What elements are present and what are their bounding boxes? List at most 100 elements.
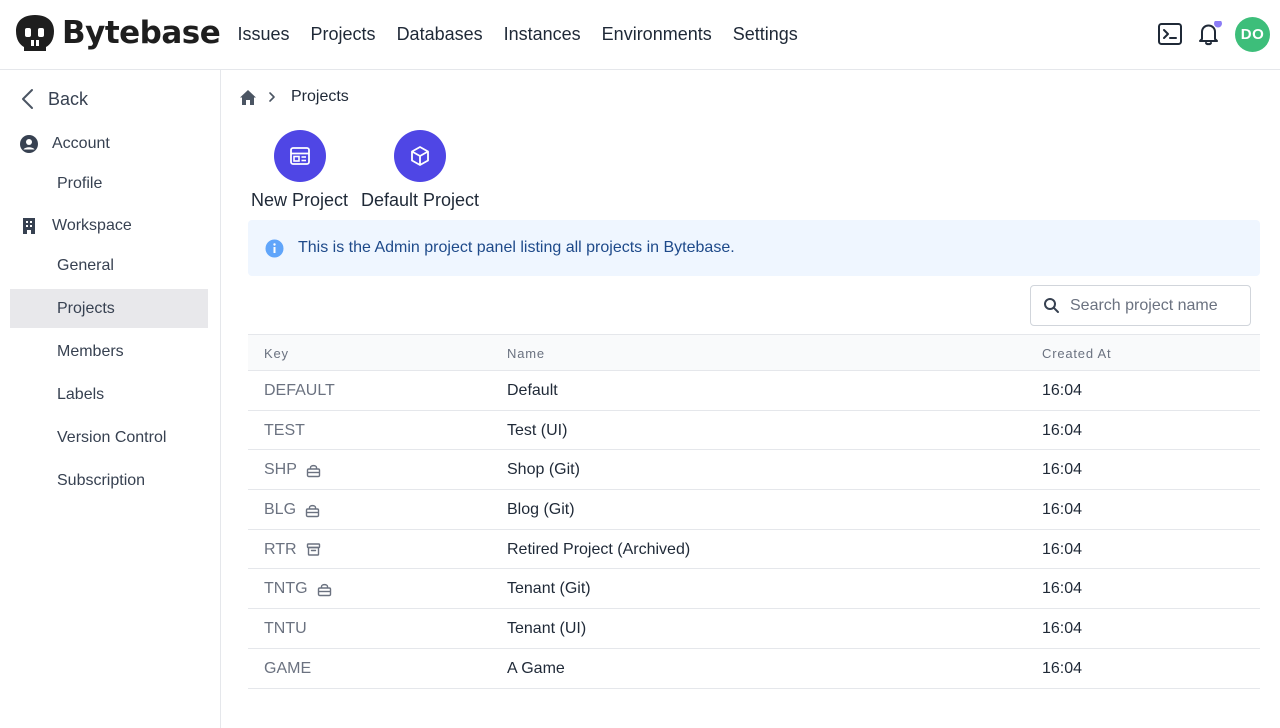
account-label: Account — [52, 135, 110, 152]
row-created-at: 16:04 — [1042, 461, 1083, 479]
notification-dot — [1214, 21, 1222, 28]
row-name: Blog (Git) — [507, 501, 575, 519]
sidebar-item-profile[interactable]: Profile — [10, 164, 208, 203]
nav-settings[interactable]: Settings — [733, 22, 798, 46]
table-row[interactable]: DEFAULT Default 16:04 — [248, 371, 1260, 411]
row-created-at: 16:04 — [1042, 540, 1083, 558]
row-name: Test (UI) — [507, 421, 568, 439]
column-created-at[interactable]: Created At — [1042, 346, 1111, 361]
table-row[interactable]: TNTU Tenant (UI) 16:04 — [248, 609, 1260, 649]
row-key-text: BLG — [264, 501, 297, 519]
row-name: Default — [507, 382, 558, 399]
git-lock-icon — [317, 583, 331, 597]
workspace-section: Workspace — [20, 217, 132, 235]
breadcrumb: Projects — [239, 88, 349, 106]
user-circle-icon — [20, 135, 38, 153]
row-name: Shop (Git) — [507, 461, 580, 479]
cube-icon — [411, 146, 429, 166]
sidebar-item-subscription[interactable]: Subscription — [10, 461, 208, 500]
brand-name: Bytebase — [62, 15, 221, 51]
workspace-label: Workspace — [52, 217, 132, 234]
nav-databases[interactable]: Databases — [397, 22, 483, 46]
new-project-icon — [289, 147, 310, 165]
table-row[interactable]: TNTG Tenant (Git) 16:04 — [248, 569, 1260, 610]
new-project-button[interactable]: New Project — [251, 130, 348, 211]
bytebase-logo-icon — [16, 15, 54, 51]
chevron-left-icon — [22, 89, 33, 109]
row-created-at: 16:04 — [1042, 580, 1083, 598]
account-section: Account — [20, 135, 110, 153]
main-content: Projects New Project Default Project Thi… — [222, 70, 1280, 728]
row-key-text: SHP — [264, 461, 297, 479]
sidebar-item-members[interactable]: Members — [10, 332, 208, 371]
row-key-text: TNTG — [264, 580, 308, 598]
row-key: BLG — [264, 501, 320, 519]
main-nav: Issues Projects Databases Instances Envi… — [227, 22, 808, 46]
table-row[interactable]: SHP Shop (Git) 16:04 — [248, 450, 1260, 491]
row-key: TNTU — [264, 620, 307, 638]
table-row[interactable]: GAME A Game 16:04 — [248, 649, 1260, 689]
row-created-at: 16:04 — [1042, 620, 1083, 638]
default-project-label: Default Project — [361, 190, 480, 210]
row-created-at: 16:04 — [1042, 659, 1083, 677]
nav-projects[interactable]: Projects — [311, 22, 376, 46]
logo[interactable]: Bytebase — [14, 13, 221, 53]
search-input[interactable] — [1070, 296, 1240, 315]
back-button[interactable]: Back — [20, 88, 88, 110]
row-key-text: TEST — [264, 421, 305, 439]
default-project-icon-circle — [394, 130, 447, 182]
row-key: TNTG — [264, 580, 332, 598]
search-icon — [1044, 298, 1059, 313]
row-name: Tenant (UI) — [507, 620, 587, 638]
nav-environments[interactable]: Environments — [602, 22, 712, 46]
user-avatar[interactable]: DO — [1235, 17, 1270, 52]
sidebar-item-version-control[interactable]: Version Control — [10, 418, 208, 457]
search-box[interactable] — [1030, 285, 1251, 326]
terminal-icon[interactable] — [1157, 21, 1183, 47]
projects-table: Key Name Created At DEFAULT Default 16:0… — [248, 334, 1260, 689]
default-project-button[interactable]: Default Project — [361, 130, 479, 211]
row-created-at: 16:04 — [1042, 382, 1083, 399]
nav-instances[interactable]: Instances — [504, 22, 581, 46]
row-key: SHP — [264, 461, 321, 479]
sidebar-item-labels[interactable]: Labels — [10, 375, 208, 414]
row-name: A Game — [507, 659, 565, 677]
row-key: TEST — [264, 422, 305, 440]
back-label: Back — [48, 88, 89, 109]
row-key-text: RTR — [264, 540, 297, 558]
table-row[interactable]: BLG Blog (Git) 16:04 — [248, 490, 1260, 530]
sidebar: Back Account Profile Workspace General P… — [0, 70, 221, 728]
new-project-label: New Project — [251, 190, 349, 210]
breadcrumb-current: Projects — [291, 88, 349, 105]
top-header: Bytebase Issues Projects Databases Insta… — [0, 0, 1280, 70]
office-building-icon — [23, 218, 35, 234]
nav-issues[interactable]: Issues — [238, 22, 290, 46]
row-key: RTR — [264, 541, 321, 559]
table-header: Key Name Created At — [248, 334, 1260, 371]
new-project-icon-circle — [273, 130, 326, 182]
column-key[interactable]: Key — [264, 346, 289, 361]
row-key: DEFAULT — [264, 382, 335, 400]
row-key-text: TNTU — [264, 620, 307, 638]
info-banner-text: This is the Admin project panel listing … — [298, 239, 735, 256]
table-row[interactable]: RTR Retired Project (Archived) 16:04 — [248, 530, 1260, 570]
notification-bell-icon[interactable] — [1196, 21, 1222, 47]
git-lock-icon — [306, 464, 321, 478]
sidebar-item-general[interactable]: General — [10, 246, 208, 285]
table-row[interactable]: TEST Test (UI) 16:04 — [248, 411, 1260, 451]
info-circle-icon — [265, 239, 284, 257]
row-key-text: GAME — [264, 659, 312, 677]
row-key: GAME — [264, 660, 311, 678]
column-name[interactable]: Name — [507, 346, 545, 361]
row-created-at: 16:04 — [1042, 421, 1083, 439]
home-icon[interactable] — [239, 89, 257, 106]
sidebar-item-projects[interactable]: Projects — [10, 289, 208, 328]
info-banner: This is the Admin project panel listing … — [248, 220, 1260, 276]
row-name: Tenant (Git) — [507, 580, 591, 598]
row-name: Retired Project (Archived) — [507, 540, 691, 558]
row-key-text: DEFAULT — [264, 382, 335, 399]
chevron-right-icon — [269, 92, 275, 102]
git-lock-icon — [305, 504, 320, 517]
archive-icon — [306, 543, 320, 556]
row-created-at: 16:04 — [1042, 501, 1083, 519]
